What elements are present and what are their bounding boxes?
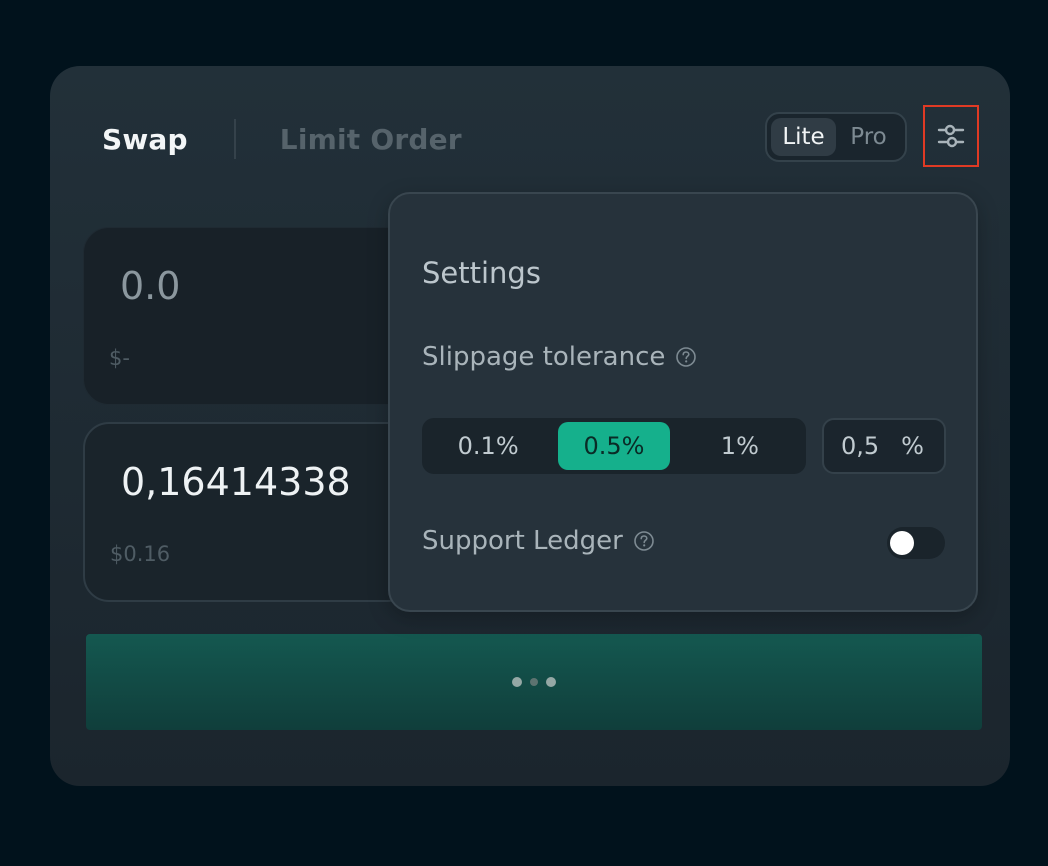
tab-divider <box>233 119 236 159</box>
settings-popover: Settings Slippage tolerance 0.1% 0.5% 1%… <box>388 192 978 612</box>
mode-pro-option[interactable]: Pro <box>836 118 901 156</box>
custom-slippage-value[interactable]: 0,5 <box>841 432 879 460</box>
from-amount-input[interactable]: 0.0 <box>120 264 180 308</box>
slippage-option-0-5[interactable]: 0.5% <box>558 422 670 470</box>
support-ledger-toggle[interactable] <box>887 527 945 559</box>
loading-dot <box>512 677 522 687</box>
question-circle-icon[interactable] <box>675 346 697 368</box>
lite-pro-toggle: Lite Pro <box>765 112 907 162</box>
tab-swap[interactable]: Swap <box>102 123 188 156</box>
custom-slippage-unit: % <box>901 432 924 460</box>
loading-dots-icon <box>512 677 556 687</box>
slippage-options: 0.1% 0.5% 1% <box>422 418 806 474</box>
question-circle-icon[interactable] <box>633 530 655 552</box>
to-amount-box[interactable]: 0,16414338 $0.16 <box>83 422 413 602</box>
loading-dot <box>546 677 556 687</box>
slippage-option-1[interactable]: 1% <box>678 422 802 470</box>
custom-slippage-input[interactable]: 0,5 % <box>822 418 946 474</box>
mode-lite-option[interactable]: Lite <box>771 118 836 156</box>
swap-tabs: Swap Limit Order <box>102 118 462 160</box>
loading-dot <box>530 678 538 686</box>
toggle-knob <box>890 531 914 555</box>
swap-submit-button[interactable] <box>86 634 982 730</box>
ledger-label: Support Ledger <box>422 526 655 556</box>
ledger-label-text: Support Ledger <box>422 526 623 556</box>
from-usd-value: $- <box>109 346 130 370</box>
slippage-option-0-1[interactable]: 0.1% <box>426 422 550 470</box>
from-amount-box[interactable]: 0.0 $- <box>83 227 413 405</box>
settings-button[interactable] <box>923 105 979 167</box>
to-amount-value: 0,16414338 <box>121 460 351 504</box>
settings-title: Settings <box>422 256 541 290</box>
slippage-label: Slippage tolerance <box>422 342 697 372</box>
slippage-label-text: Slippage tolerance <box>422 342 666 372</box>
tab-limit-order[interactable]: Limit Order <box>280 123 462 156</box>
sliders-icon <box>937 124 965 148</box>
to-usd-value: $0.16 <box>110 542 171 566</box>
